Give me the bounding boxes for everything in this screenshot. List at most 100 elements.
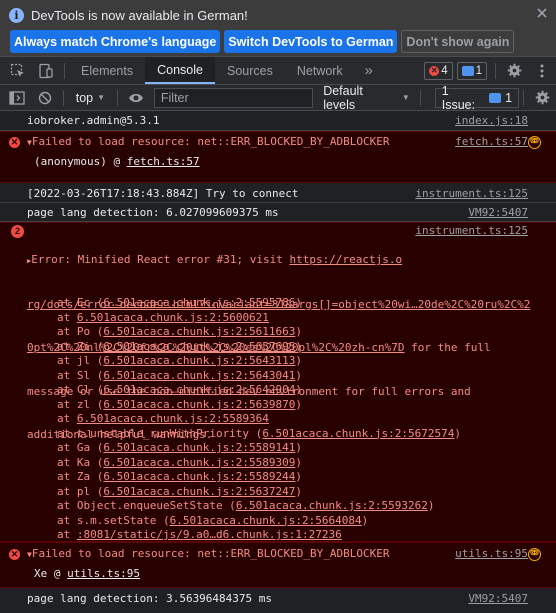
stack-link[interactable]: 6.501acaca.chunk.js:2:5595786 [103,296,295,309]
stack-function: at Cl ( [57,383,104,396]
match-chrome-language-button[interactable]: Always match Chrome's language [10,30,221,53]
source-link[interactable]: index.js:18 [455,114,528,129]
stack-link[interactable]: fetch.ts:57 [127,155,200,168]
source-link[interactable]: VM92:5407 [468,206,528,221]
tab-network[interactable]: Network [285,57,355,84]
tab-sources[interactable]: Sources [215,57,285,84]
stack-frame: at jl (6.501acaca.chunk.js:2:5643113) [57,354,461,369]
source-link[interactable]: utils.ts:95 [455,547,528,562]
eye-icon[interactable] [122,84,150,111]
stack-suffix: ) [295,296,303,309]
more-icon[interactable] [528,57,556,84]
console-error: ✕ ▼Failed to load resource: net::ERR_BLO… [0,542,556,588]
message-count-badge[interactable]: 1 [456,61,487,80]
console-message: page lang detection: 6.027099609375 ms V… [0,203,556,222]
stack-link[interactable]: 6.501acaca.chunk.js:2:5642904 [103,383,295,396]
stack-link[interactable]: 6.501acaca.chunk.js:2:5600621 [77,311,269,324]
stack-link[interactable]: 6.501acaca.chunk.js:2:5643041 [103,369,295,382]
stack-frame: at pl (6.501acaca.chunk.js:2:5637247) [57,485,461,500]
tab-elements[interactable]: Elements [69,57,145,84]
chevron-down-icon: ▼ [97,93,106,102]
source-link[interactable]: fetch.ts:57 [455,135,528,150]
source-link[interactable]: instrument.ts:125 [411,224,528,239]
stack-link[interactable]: 6.501acaca.chunk.js:2:5589141 [103,441,295,454]
gear-icon[interactable] [528,84,556,111]
stack-function: Xe @ [34,567,68,580]
language-infobar: i DevTools is now available in German! A… [0,0,556,57]
stack-suffix: ) [295,441,303,454]
stack-function: at Ec ( [57,296,104,309]
stack-frame: at s.m.setState (6.501acaca.chunk.js:2:5… [57,514,461,529]
tab-console[interactable]: Console [145,57,215,84]
issues-button[interactable]: 1 Issue: 1 [434,84,520,112]
clear-icon[interactable] [31,84,59,111]
adblock-icon[interactable]: ↂ [528,548,541,561]
stack-link[interactable]: 6.501acaca.chunk.js:2:5657695 [103,340,295,353]
filter-input[interactable]: Filter [153,87,314,108]
stack-function: at s.m.setState ( [57,513,170,527]
info-icon: i [9,7,24,23]
stack-link[interactable]: 6.501acaca.chunk.js:2:5637247 [103,485,295,498]
stack-suffix: ) [295,397,303,411]
dont-show-again-button[interactable]: Don't show again [401,30,515,53]
stack-suffix: ) [295,339,303,353]
stack-frame: at Za (6.501acaca.chunk.js:2:5589244) [57,470,461,485]
message-icon [461,65,474,76]
stack-suffix: ) [295,383,303,396]
close-icon[interactable] [535,6,549,20]
stack-link[interactable]: 6.501acaca.chunk.js:2:5589244 [103,470,295,483]
gear-icon[interactable] [500,57,528,84]
stack-frame: at t.unstable_runWithPriority (6.501acac… [57,427,461,442]
stack-function: at Po ( [57,325,104,338]
stack-suffix: ) [295,354,303,367]
issues-count: 1 [505,90,513,105]
stack-function: at pl ( [57,484,104,498]
sidebar-icon[interactable] [3,84,31,111]
issues-label: 1 Issue: [441,83,476,112]
message-text: page lang detection: 3.56396484375 ms [27,592,273,605]
log-levels-label: Default levels [323,83,363,112]
stack-link[interactable]: utils.ts:95 [67,567,140,580]
pointer-icon[interactable] [4,57,32,84]
stack-suffix: ) [295,470,303,483]
log-levels-dropdown[interactable]: Default levels ▼ [323,84,410,112]
stack-link[interactable]: :8081/static/js/9.a0…d6.chunk.js:1:27236 [77,528,342,541]
more-tabs-icon[interactable]: » [355,57,383,84]
error-link[interactable]: https://reactjs.o [290,253,403,266]
device-icon[interactable] [32,57,60,84]
stack-link[interactable]: 6.501acaca.chunk.js:2:5664084 [170,514,362,527]
console-message: page lang detection: 3.56396484375 ms VM… [0,588,556,610]
stack-link[interactable]: 6.501acaca.chunk.js:2:5589364 [77,412,269,425]
error-icon: ✕ [9,137,20,148]
console-messages: iobroker.admin@5.3.1 index.js:18 ✕ ▼Fail… [0,111,556,613]
stack-function: at Ga ( [57,441,104,454]
stack-frame: at Po (6.501acaca.chunk.js:2:5611663) [57,325,461,340]
error-expand-toggle[interactable]: ▼Failed to load resource: net::ERR_BLOCK… [27,135,389,151]
source-link[interactable]: VM92:5407 [468,592,528,607]
infobar-message-row: i DevTools is now available in German! [9,6,248,24]
error-expand-toggle[interactable]: ▼Failed to load resource: net::ERR_BLOCK… [27,547,389,563]
console-toolbar: top ▼ Filter Default levels ▼ 1 Issue: 1 [0,84,556,112]
source-link[interactable]: instrument.ts:125 [415,187,528,202]
message-text: iobroker.admin@5.3.1 [27,114,160,127]
error-count-badge[interactable]: ✕ 4 [424,61,453,80]
stack-link[interactable]: 6.501acaca.chunk.js:2:5643113 [103,354,295,367]
stack-frame: at Ga (6.501acaca.chunk.js:2:5589141) [57,441,461,456]
stack-function: at Zi ( [57,339,104,353]
switch-to-german-button[interactable]: Switch DevTools to German [224,30,398,53]
stack-link[interactable]: 6.501acaca.chunk.js:2:5611663 [103,325,295,338]
stack-function: at Za ( [57,470,104,483]
stack-suffix: ) [454,426,461,440]
stack-function: at zl ( [57,397,104,411]
stack-link[interactable]: 6.501acaca.chunk.js:2:5589309 [103,456,295,469]
stack-frame: at Ka (6.501acaca.chunk.js:2:5589309) [57,456,461,471]
stack-link[interactable]: 6.501acaca.chunk.js:2:5639870 [103,398,295,411]
context-selector[interactable]: top ▼ [68,91,113,105]
stack-function: at [57,412,77,425]
stack-suffix: ) [361,513,369,527]
stack-link[interactable]: 6.501acaca.chunk.js:2:5593262 [236,499,428,512]
adblock-icon[interactable]: ↂ [528,136,541,149]
stack-link[interactable]: 6.501acaca.chunk.js:2:5672574 [262,427,454,440]
stack-frame: at Object.enqueueSetState (6.501acaca.ch… [57,499,461,514]
console-message: [2022-03-26T17:18:43.884Z] Try to connec… [0,183,556,203]
